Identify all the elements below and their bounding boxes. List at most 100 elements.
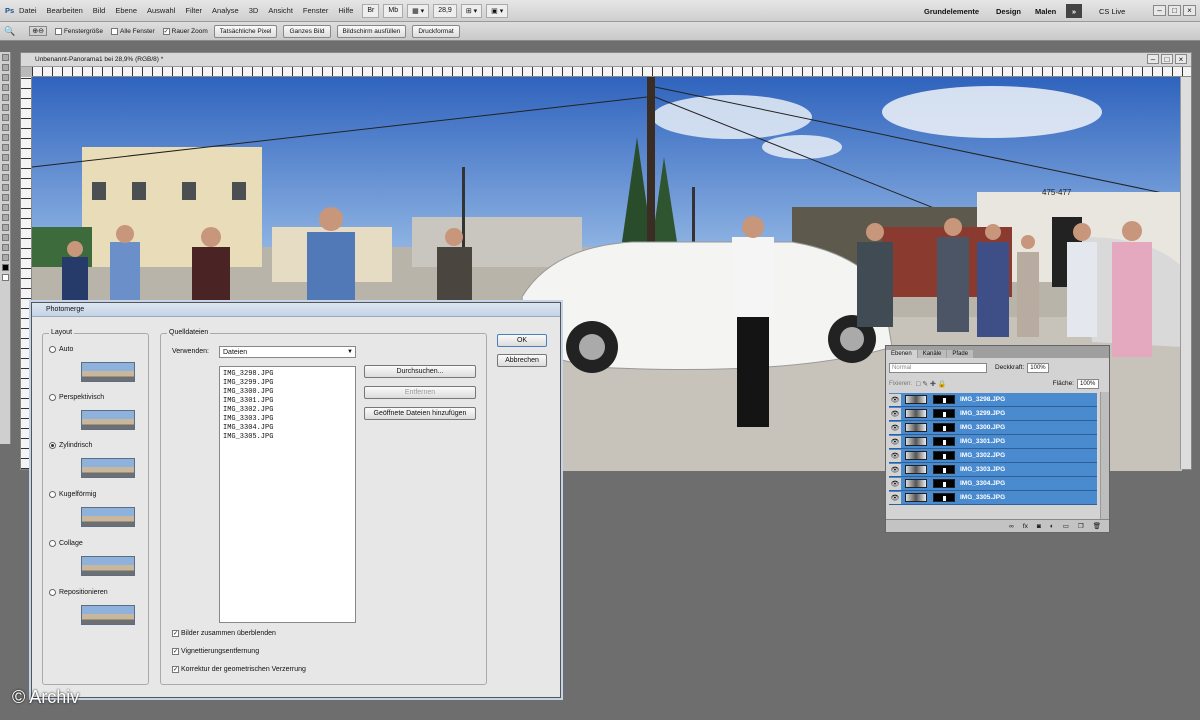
browse-button[interactable]: Durchsuchen... [364, 365, 476, 378]
menu-analyse[interactable]: Analyse [207, 6, 244, 15]
file-list-item[interactable]: IMG_3305.JPG [223, 433, 352, 442]
file-list-item[interactable]: IMG_3304.JPG [223, 424, 352, 433]
eraser-tool-icon[interactable] [1, 154, 9, 161]
menu-3d[interactable]: 3D [244, 6, 264, 15]
tab-pfade[interactable]: Pfade [947, 350, 974, 358]
healing-tool-icon[interactable] [1, 114, 9, 121]
fx-icon[interactable]: fx [1023, 523, 1028, 530]
zoom-tool-icon[interactable]: 🔍 [4, 26, 15, 37]
eye-icon[interactable]: 👁 [889, 435, 901, 448]
workspace-grundelemente[interactable]: Grundelemente [924, 4, 979, 18]
eye-icon[interactable]: 👁 [889, 407, 901, 420]
crop-tool-icon[interactable] [1, 94, 9, 101]
layout-auto-radio[interactable]: Auto [49, 346, 73, 353]
menu-datei[interactable]: Datei [14, 6, 42, 15]
adjustment-icon[interactable]: ◐ [1050, 523, 1054, 530]
marquee-tool-icon[interactable] [1, 64, 9, 71]
layout-zylindrisch-radio[interactable]: Zylindrisch [49, 442, 92, 449]
cs-live-button[interactable]: CS Live [1099, 4, 1125, 18]
layers-scrollbar[interactable] [1100, 392, 1109, 520]
dodge-tool-icon[interactable] [1, 184, 9, 191]
layer-row[interactable]: 👁 IMG_3302.JPG [889, 449, 1097, 463]
layer-row[interactable]: 👁 IMG_3300.JPG [889, 421, 1097, 435]
background-color-swatch[interactable] [1, 274, 9, 281]
move-tool-icon[interactable] [1, 54, 9, 61]
file-list-item[interactable]: IMG_3302.JPG [223, 406, 352, 415]
workspace-malen[interactable]: Malen [1035, 4, 1056, 18]
fenstergroesse-checkbox[interactable]: Fenstergröße [54, 27, 103, 35]
doc-minimize-icon[interactable]: – [1147, 54, 1159, 64]
layer-row[interactable]: 👁 IMG_3299.JPG [889, 407, 1097, 421]
zoom-in-out-icon[interactable]: ⊕⊖ [29, 26, 47, 36]
document-scrollbar[interactable] [1180, 77, 1191, 469]
eye-icon[interactable]: 👁 [889, 393, 901, 406]
eyedropper-tool-icon[interactable] [1, 104, 9, 111]
file-list-item[interactable]: IMG_3300.JPG [223, 388, 352, 397]
lock-icons[interactable]: □ ✎ ✚ 🔒 [916, 380, 947, 388]
trash-icon[interactable]: 🗑 [1093, 522, 1101, 530]
layout-perspektivisch-radio[interactable]: Perspektivisch [49, 394, 104, 401]
menu-bild[interactable]: Bild [88, 6, 111, 15]
file-list[interactable]: IMG_3298.JPG IMG_3299.JPG IMG_3300.JPG I… [219, 366, 356, 623]
ok-button[interactable]: OK [497, 334, 547, 347]
layer-row[interactable]: 👁 IMG_3301.JPG [889, 435, 1097, 449]
blend-mode-select[interactable]: Normal [889, 362, 987, 373]
fit-screen-button[interactable]: Ganzes Bild [283, 24, 331, 38]
opacity-input[interactable]: 100% [1027, 362, 1050, 373]
eye-icon[interactable]: 👁 [889, 449, 901, 462]
pen-tool-icon[interactable] [1, 194, 9, 201]
stamp-tool-icon[interactable] [1, 134, 9, 141]
alle-fenster-checkbox[interactable]: Alle Fenster [110, 27, 155, 35]
file-list-item[interactable]: IMG_3298.JPG [223, 370, 352, 379]
eye-icon[interactable]: 👁 [889, 477, 901, 490]
foreground-color-swatch[interactable] [1, 264, 9, 271]
doc-maximize-icon[interactable]: □ [1161, 54, 1173, 64]
bridge-button[interactable]: Br [362, 3, 380, 18]
blend-images-checkbox[interactable]: ✓ Bilder zusammen überblenden [172, 630, 276, 637]
layout-repositionieren-radio[interactable]: Repositionieren [49, 589, 108, 596]
eye-icon[interactable]: 👁 [889, 463, 901, 476]
blur-tool-icon[interactable] [1, 174, 9, 181]
layer-row[interactable]: 👁 IMG_3305.JPG [889, 491, 1097, 505]
view-extras-icon[interactable]: ⊞ ▾ [460, 3, 483, 18]
remove-button[interactable]: Entfernen [364, 386, 476, 399]
layer-row[interactable]: 👁 IMG_3304.JPG [889, 477, 1097, 491]
zoom-tool-icon[interactable] [1, 254, 9, 261]
eye-icon[interactable]: 👁 [889, 421, 901, 434]
3d-tool-icon[interactable] [1, 234, 9, 241]
menu-filter[interactable]: Filter [180, 6, 207, 15]
layout-kugelfoermig-radio[interactable]: Kugelförmig [49, 491, 96, 498]
shape-tool-icon[interactable] [1, 224, 9, 231]
fill-screen-button[interactable]: Bildschirm ausfüllen [336, 24, 407, 38]
screen-mode-icon[interactable]: ▣ ▾ [486, 3, 509, 18]
file-list-item[interactable]: IMG_3299.JPG [223, 379, 352, 388]
minimize-icon[interactable]: – [1153, 5, 1166, 16]
gradient-tool-icon[interactable] [1, 164, 9, 171]
use-select[interactable]: Dateien ▼ [219, 346, 356, 358]
menu-hilfe[interactable]: Hilfe [333, 6, 358, 15]
menu-bearbeiten[interactable]: Bearbeiten [42, 6, 88, 15]
file-list-item[interactable]: IMG_3301.JPG [223, 397, 352, 406]
layer-row[interactable]: 👁 IMG_3303.JPG [889, 463, 1097, 477]
history-brush-tool-icon[interactable] [1, 144, 9, 151]
tab-kanaele[interactable]: Kanäle [917, 350, 947, 358]
quick-select-tool-icon[interactable] [1, 84, 9, 91]
menu-ebene[interactable]: Ebene [110, 6, 142, 15]
more-workspaces-icon[interactable]: » [1066, 4, 1082, 18]
type-tool-icon[interactable] [1, 204, 9, 211]
menu-auswahl[interactable]: Auswahl [142, 6, 180, 15]
minibridge-button[interactable]: Mb [383, 3, 404, 18]
maximize-icon[interactable]: □ [1168, 5, 1181, 16]
lasso-tool-icon[interactable] [1, 74, 9, 81]
rauer-zoom-checkbox[interactable]: ✓ Rauer Zoom [162, 27, 208, 35]
hand-tool-icon[interactable] [1, 244, 9, 251]
brush-tool-icon[interactable] [1, 124, 9, 131]
print-size-button[interactable]: Druckformat [412, 24, 460, 38]
geometric-distortion-checkbox[interactable]: ✓ Korrektur der geometrischen Verzerrung [172, 666, 306, 673]
doc-close-icon[interactable]: × [1175, 54, 1187, 64]
file-list-item[interactable]: IMG_3303.JPG [223, 415, 352, 424]
menu-fenster[interactable]: Fenster [298, 6, 333, 15]
mask-icon[interactable]: ◙ [1037, 523, 1041, 530]
link-icon[interactable]: ∞ [1009, 523, 1014, 530]
close-icon[interactable]: × [1183, 5, 1196, 16]
